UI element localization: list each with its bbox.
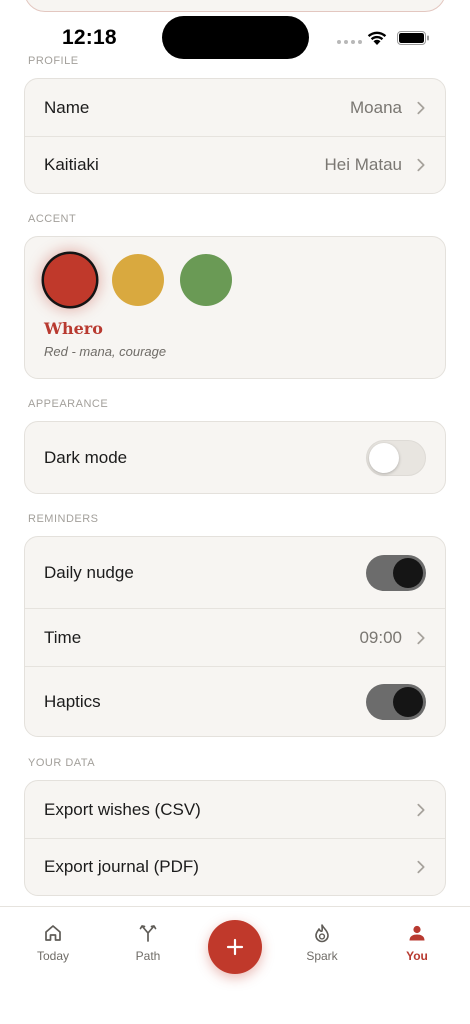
time-label: Time [44, 627, 82, 647]
daily-nudge-toggle[interactable] [366, 554, 426, 591]
flame-icon [315, 924, 329, 943]
section-label-appearance: APPEARANCE [28, 398, 109, 410]
tab-you[interactable]: You [377, 923, 457, 963]
swatch-red[interactable] [44, 254, 96, 306]
chevron-right-icon [417, 631, 425, 644]
section-label-accent: ACCENT [28, 213, 77, 225]
tab-spark[interactable]: Spark [282, 923, 362, 963]
export-csv-row[interactable]: Export wishes (CSV) [25, 781, 445, 838]
chevron-right-icon [417, 158, 425, 172]
section-label-profile: PROFILE [28, 55, 79, 67]
status-bar: 12:18 [0, 0, 470, 59]
person-icon [409, 925, 425, 941]
toggle-knob [369, 442, 399, 473]
export-pdf-label: Export journal (PDF) [44, 857, 199, 876]
wifi-icon [367, 31, 387, 45]
accent-swatches [44, 254, 232, 306]
swatch-green[interactable] [180, 254, 232, 306]
haptics-label: Haptics [44, 691, 101, 711]
accent-selected-name: Whero [44, 319, 103, 338]
tab-spark-label: Spark [306, 949, 338, 963]
dark-mode-toggle[interactable] [366, 439, 426, 476]
haptics-toggle[interactable] [366, 683, 426, 720]
dynamic-island [162, 16, 309, 59]
tab-today-label: Today [36, 949, 70, 963]
appearance-card: Dark mode [24, 421, 446, 494]
export-pdf-row[interactable]: Export journal (PDF) [25, 838, 445, 895]
battery-icon [397, 31, 429, 45]
reminders-card: Daily nudge Time 09:00 Haptics [24, 536, 446, 737]
profile-kaitiaki-row[interactable]: Kaitiaki Hei Matau [25, 136, 445, 193]
signal-icon [337, 40, 362, 44]
section-label-reminders: REMINDERS [28, 513, 99, 525]
accent-selected-description: Red - mana, courage [44, 344, 167, 359]
toggle-knob [393, 686, 423, 717]
dark-mode-row: Dark mode [25, 422, 445, 493]
chevron-right-icon [417, 803, 425, 816]
kaitiaki-value: Hei Matau [324, 155, 402, 174]
dark-mode-label: Dark mode [44, 447, 128, 467]
time-value: 09:00 [359, 627, 402, 647]
daily-nudge-row: Daily nudge [25, 537, 445, 608]
section-label-your-data: YOUR DATA [28, 757, 96, 769]
plus-icon [226, 938, 244, 956]
fork-path-icon [139, 925, 157, 942]
daily-nudge-label: Daily nudge [44, 562, 134, 582]
home-icon [45, 925, 61, 941]
profile-card: Name Moana Kaitiaki Hei Matau [24, 78, 446, 194]
tab-bar: Today Path Spark You [0, 906, 470, 1024]
accent-card: Whero Red - mana, courage [24, 236, 446, 379]
chevron-right-icon [417, 101, 425, 114]
add-button[interactable] [208, 920, 262, 974]
haptics-row: Haptics [25, 666, 445, 736]
your-data-card: Export wishes (CSV) Export journal (PDF) [24, 780, 446, 896]
kaitiaki-label: Kaitiaki [44, 155, 99, 174]
tab-you-label: You [406, 949, 428, 963]
name-value: Moana [350, 97, 402, 117]
toggle-knob [393, 557, 423, 588]
tab-today[interactable]: Today [13, 923, 93, 963]
chevron-right-icon [417, 860, 425, 874]
name-label: Name [44, 97, 90, 117]
tab-path-label: Path [135, 949, 161, 963]
status-time: 12:18 [62, 26, 117, 49]
time-row[interactable]: Time 09:00 [25, 608, 445, 666]
export-csv-label: Export wishes (CSV) [44, 799, 201, 819]
tab-path[interactable]: Path [108, 923, 188, 963]
profile-name-row[interactable]: Name Moana [25, 79, 445, 136]
swatch-yellow[interactable] [112, 254, 164, 306]
